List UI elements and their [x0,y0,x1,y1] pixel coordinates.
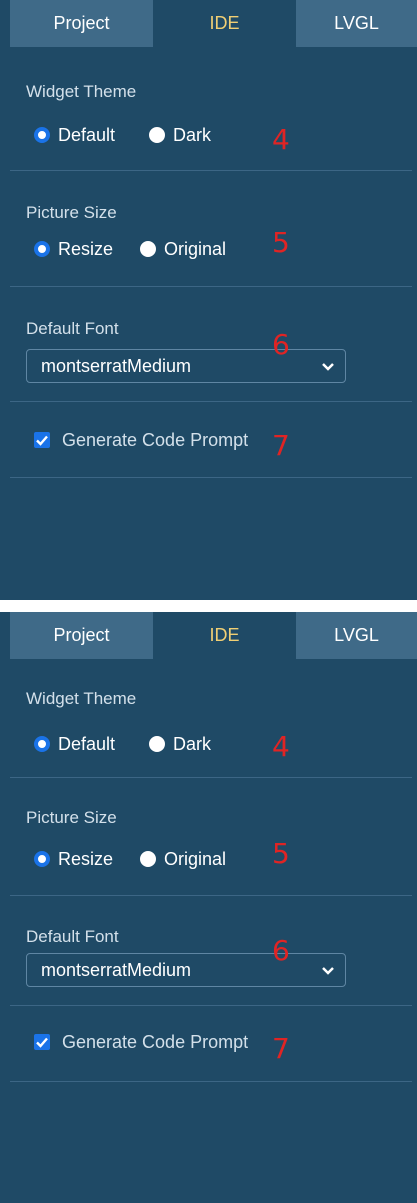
radio-selected-icon [34,241,50,257]
theme-default-radio[interactable]: Default [34,124,134,146]
radio-label: Original [164,239,227,259]
annotation-number: 4 [272,730,290,763]
divider [10,286,412,287]
checkbox-checked-icon [34,432,50,448]
checkbox-label: Generate Code Prompt [62,1032,249,1052]
picture-size-label: Picture Size [26,808,117,827]
radio-unselected-icon [149,736,165,752]
radio-label: Dark [173,125,212,145]
default-font-value: montserratMedium [41,960,192,980]
annotation-number: 5 [272,226,290,259]
default-font-select[interactable]: montserratMedium [26,349,346,383]
widget-theme-label: Widget Theme [26,82,137,101]
size-resize-radio[interactable]: Resize [34,848,134,870]
radio-label: Default [58,125,116,145]
tab-project[interactable]: Project [10,0,153,47]
checkbox-checked-icon [34,1034,50,1050]
size-original-radio[interactable]: Original [140,848,240,870]
annotation-number: 6 [272,934,290,967]
tab-bar: Project IDE LVGL [0,0,417,47]
default-font-select[interactable]: montserratMedium [26,953,346,987]
divider [10,1081,412,1082]
divider [10,777,412,778]
divider [10,1005,412,1006]
radio-selected-icon [34,127,50,143]
tab-lvgl[interactable]: LVGL [296,612,417,659]
tab-ide[interactable]: IDE [153,612,296,659]
divider [10,401,412,402]
radio-selected-icon [34,736,50,752]
theme-dark-radio[interactable]: Dark [149,733,229,755]
default-font-label: Default Font [26,319,119,338]
radio-label: Original [164,849,227,869]
tab-ide[interactable]: IDE [153,0,296,47]
annotation-number: 7 [272,1032,290,1065]
radio-label: Dark [173,734,212,754]
theme-dark-radio[interactable]: Dark [149,124,229,146]
annotation-number: 6 [272,328,290,361]
radio-label: Resize [58,239,114,259]
theme-default-radio[interactable]: Default [34,733,134,755]
picture-size-label: Picture Size [26,203,117,222]
divider [10,477,412,478]
generate-code-prompt-checkbox[interactable]: Generate Code Prompt [34,429,274,451]
size-original-radio[interactable]: Original [140,238,240,260]
generate-code-prompt-checkbox[interactable]: Generate Code Prompt [34,1031,274,1053]
tab-bar: Project IDE LVGL [0,612,417,659]
radio-unselected-icon [140,851,156,867]
radio-unselected-icon [140,241,156,257]
radio-selected-icon [34,851,50,867]
settings-panel-bottom: Project IDE LVGL Widget Theme Default Da… [0,612,417,1203]
settings-panel-top: Project IDE LVGL Widget Theme Default Da… [0,0,417,600]
checkbox-label: Generate Code Prompt [62,430,249,450]
tab-lvgl[interactable]: LVGL [296,0,417,47]
tab-project[interactable]: Project [10,612,153,659]
radio-unselected-icon [149,127,165,143]
annotation-number: 5 [272,837,290,870]
default-font-label: Default Font [26,927,119,946]
radio-label: Default [58,734,116,754]
divider [10,895,412,896]
size-resize-radio[interactable]: Resize [34,238,134,260]
radio-label: Resize [58,849,114,869]
default-font-value: montserratMedium [41,356,192,376]
annotation-number: 7 [272,429,290,462]
widget-theme-label: Widget Theme [26,689,137,708]
chevron-down-icon [322,363,334,371]
annotation-number: 4 [272,123,290,156]
divider [10,170,412,171]
chevron-down-icon [322,967,334,975]
